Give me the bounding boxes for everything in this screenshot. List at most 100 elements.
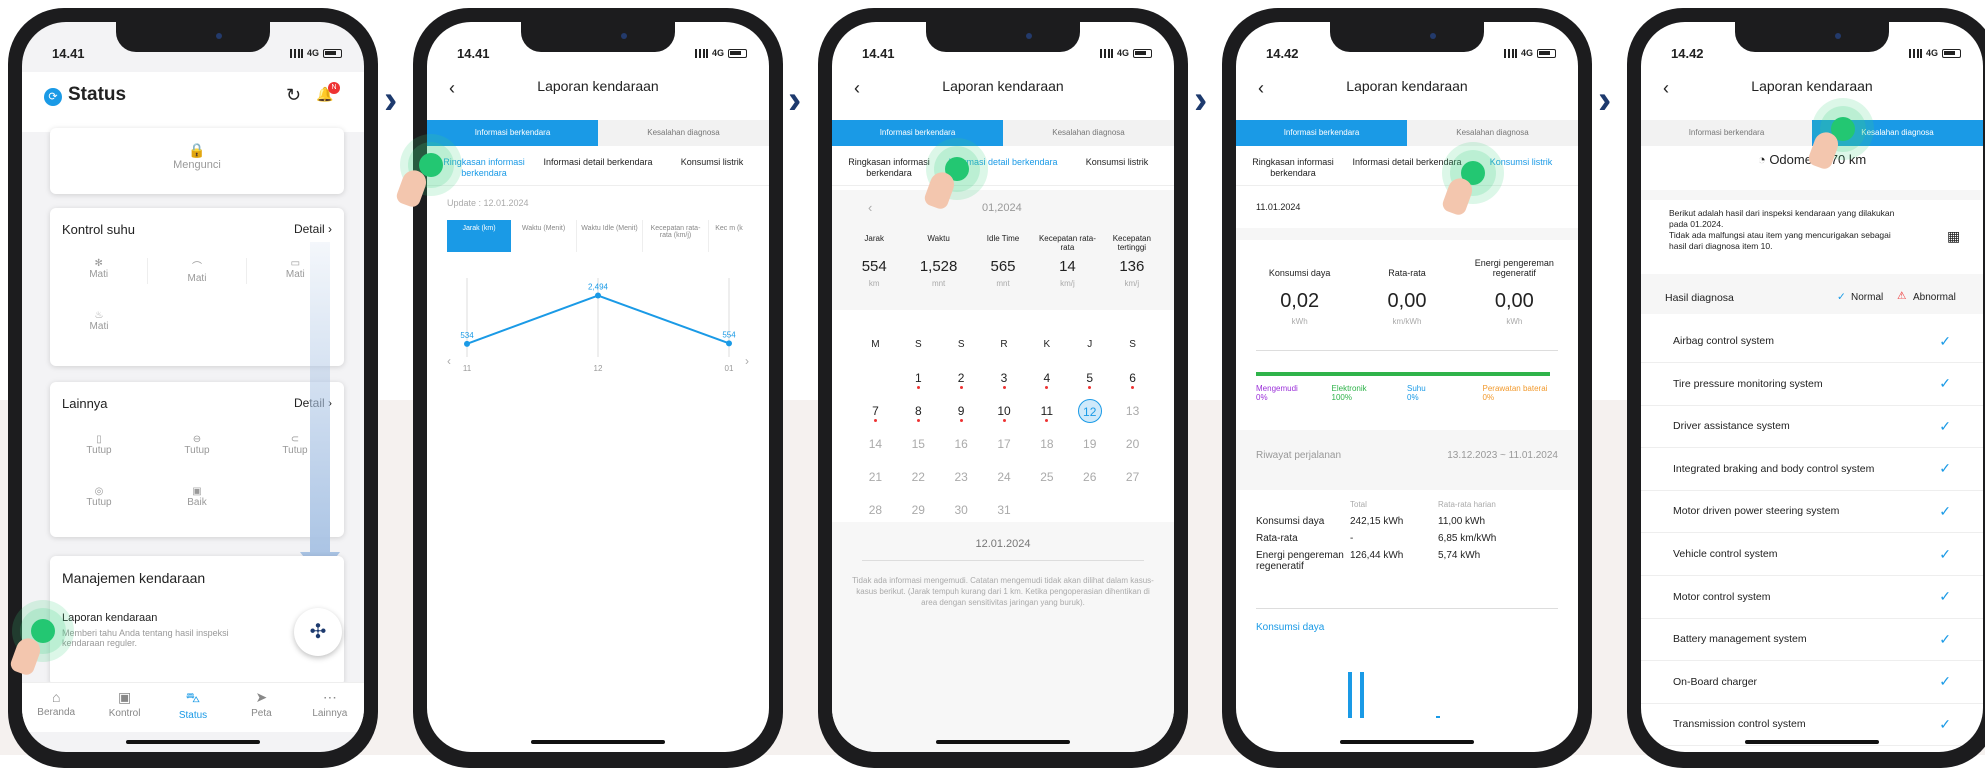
back-icon[interactable]: ‹ <box>1258 78 1264 99</box>
x-tick-label: 12 <box>594 364 603 373</box>
step-arrow: › <box>1194 78 1208 122</box>
metric-tab[interactable]: Waktu Idle (Menit) <box>577 220 643 252</box>
tab-driving-info[interactable]: Informasi berkendara <box>832 120 1003 146</box>
calendar-day[interactable]: 8 <box>897 404 940 422</box>
other-item[interactable]: ▯ Tutup <box>50 434 148 456</box>
subtab-consumption[interactable]: Konsumsi listrik <box>655 152 769 185</box>
calendar-day[interactable]: 7 <box>854 404 897 422</box>
nav-control[interactable]: ▣ Kontrol <box>90 683 158 732</box>
subtab-detail[interactable]: Informasi detail berkendara <box>1350 152 1464 185</box>
month-prev-icon[interactable]: ‹ <box>868 200 872 215</box>
tab-driving-info[interactable]: Informasi berkendara <box>1236 120 1407 146</box>
legend-label: Mengemudi <box>1256 384 1298 393</box>
diagnosis-item[interactable]: Tire pressure monitoring system ✓ <box>1641 363 1983 406</box>
diagnosis-item[interactable]: Driver assistance system ✓ <box>1641 405 1983 449</box>
chart-prev-icon[interactable]: ‹ <box>447 354 451 368</box>
chart-next-icon[interactable]: › <box>745 354 749 368</box>
other-item[interactable]: ▣ Baik <box>148 486 246 508</box>
report-header: ‹ Laporan kendaraan <box>832 78 1174 112</box>
other-item[interactable]: ⊖ Tutup <box>148 434 246 456</box>
calendar-day-selected[interactable]: 12 <box>1077 398 1102 423</box>
data-point[interactable] <box>726 340 732 347</box>
metric-tab[interactable]: Kec m (k <box>709 220 749 252</box>
calendar-day[interactable]: 28 <box>854 503 897 517</box>
tab-diagnosis[interactable]: Kesalahan diagnosa <box>598 120 769 146</box>
metric-tab[interactable]: Kecepatan rata-rata (km/j) <box>643 220 709 252</box>
diagnosis-item[interactable]: Integrated braking and body control syst… <box>1641 448 1983 491</box>
calendar-day[interactable]: 27 <box>1111 470 1154 484</box>
history-range[interactable]: 13.12.2023 ~ 11.01.2024 <box>1447 450 1558 461</box>
temp-item[interactable]: ♨ Mati <box>50 310 148 332</box>
nav-map[interactable]: ➤ Peta <box>227 683 295 732</box>
calendar-day[interactable]: 22 <box>897 470 940 484</box>
diagnosis-item[interactable]: On-Board charger ✓ <box>1641 661 1983 704</box>
temp-item[interactable]: ⌒ Mati <box>147 258 245 284</box>
subtab-summary[interactable]: Ringkasan informasi berkendara <box>832 152 946 185</box>
subtab-summary[interactable]: Ringkasan informasi berkendara <box>1236 152 1350 185</box>
door-icon: ▯ <box>96 434 102 445</box>
calendar-day[interactable]: 2 <box>940 371 983 389</box>
report-title[interactable]: Laporan kendaraan <box>62 612 157 624</box>
metric-tab[interactable]: Waktu (Menit) <box>511 220 577 252</box>
data-point[interactable] <box>464 340 470 347</box>
tab-diagnosis[interactable]: Kesalahan diagnosa <box>1407 120 1578 146</box>
calendar-day[interactable]: 1 <box>897 371 940 389</box>
diagnosis-item[interactable]: Vehicle control system ✓ <box>1641 533 1983 576</box>
data-label: 554 <box>722 330 736 339</box>
calendar-day[interactable]: 24 <box>983 470 1026 484</box>
report-subtabs: Ringkasan informasi berkendara Informasi … <box>1236 152 1578 186</box>
data-point[interactable] <box>595 292 601 299</box>
calendar-day[interactable]: 18 <box>1025 437 1068 451</box>
signal-icon <box>694 48 708 58</box>
lock-icon: 🔒 <box>188 142 206 158</box>
calendar-icon[interactable]: ▦ <box>1947 228 1960 245</box>
refresh-icon[interactable]: ↻ <box>286 85 301 106</box>
calendar-day[interactable]: 6 <box>1111 371 1154 389</box>
calendar-day[interactable]: 11 <box>1025 404 1068 422</box>
back-icon[interactable]: ‹ <box>1663 78 1669 99</box>
fab-fan-icon[interactable]: ✣ <box>294 608 342 656</box>
diagnosis-name: Motor control system <box>1673 590 1771 603</box>
calendar-day[interactable]: 29 <box>897 503 940 517</box>
calendar-day[interactable]: 20 <box>1111 437 1154 451</box>
diagnosis-item[interactable]: Motor control system ✓ <box>1641 576 1983 619</box>
calendar-day[interactable]: 3 <box>983 371 1026 389</box>
temp-item[interactable]: ✻ Mati <box>50 258 147 284</box>
temp-detail-link[interactable]: Detail › <box>294 222 332 236</box>
consumption-label: Konsumsi daya <box>1268 268 1331 278</box>
consumption-link[interactable]: Konsumsi daya <box>1256 622 1324 633</box>
calendar-day[interactable]: 17 <box>983 437 1026 451</box>
nav-status[interactable]: ⛍ Status <box>159 683 227 732</box>
nav-more[interactable]: ⋯ Lainnya <box>296 683 364 732</box>
calendar-day[interactable]: 13 <box>1111 404 1154 418</box>
calendar-day[interactable]: 10 <box>983 404 1026 422</box>
subtab-consumption[interactable]: Konsumsi listrik <box>1060 152 1174 185</box>
calendar-day[interactable]: 14 <box>854 437 897 451</box>
back-icon[interactable]: ‹ <box>854 78 860 99</box>
diagnosis-item[interactable]: Battery management system ✓ <box>1641 618 1983 662</box>
calendar-day[interactable]: 16 <box>940 437 983 451</box>
tab-driving-info[interactable]: Informasi berkendara <box>427 120 598 146</box>
calendar-day[interactable]: 21 <box>854 470 897 484</box>
tab-driving-info[interactable]: Informasi berkendara <box>1641 120 1812 146</box>
calendar-day[interactable]: 30 <box>940 503 983 517</box>
calendar-day[interactable]: 15 <box>897 437 940 451</box>
calendar-day[interactable]: 26 <box>1068 470 1111 484</box>
consumption-label: Energi pengereman regeneratif <box>1474 258 1554 278</box>
diagnosis-item[interactable]: Airbag control system ✓ <box>1641 320 1983 363</box>
subtab-detail[interactable]: Informasi detail berkendara <box>541 152 655 185</box>
diagnosis-item[interactable]: Motor driven power steering system ✓ <box>1641 490 1983 534</box>
calendar-day[interactable]: 23 <box>940 470 983 484</box>
calendar-day[interactable]: 19 <box>1068 437 1111 451</box>
nav-home[interactable]: ⌂ Beranda <box>22 683 90 732</box>
calendar-day[interactable]: 9 <box>940 404 983 422</box>
tab-diagnosis[interactable]: Kesalahan diagnosa <box>1003 120 1174 146</box>
calendar-day[interactable]: 31 <box>983 503 1026 517</box>
calendar-day[interactable]: 12 <box>1068 398 1111 423</box>
back-icon[interactable]: ‹ <box>449 78 455 99</box>
calendar-day[interactable]: 5 <box>1068 371 1111 389</box>
calendar-day[interactable]: 4 <box>1025 371 1068 389</box>
calendar-day[interactable]: 25 <box>1025 470 1068 484</box>
metric-tab[interactable]: Jarak (km) <box>447 220 511 252</box>
other-item[interactable]: ◎ Tutup <box>50 486 148 508</box>
